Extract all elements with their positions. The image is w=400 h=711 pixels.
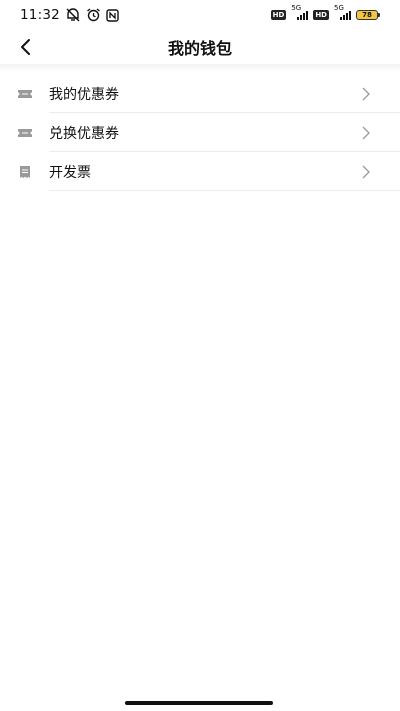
home-indicator[interactable] [125,701,273,705]
row-divider [49,190,400,191]
wallet-menu-list: 我的优惠券 兑换优惠券 开发票 [0,74,400,191]
back-button[interactable] [10,32,40,62]
ticket-icon [18,87,32,101]
menu-item-redeem-coupon[interactable]: 兑换优惠券 [0,113,400,152]
header-divider [0,64,400,72]
chevron-right-icon [360,87,372,101]
invoice-icon [18,165,32,179]
network-type-label: 5G [334,4,344,12]
wallet-screen: 11:32 HD 5G HD 5G 78 我的钱包 我的优惠券 兑换优惠券 开发… [0,0,400,711]
signal-strength-icon: 5G [291,4,309,20]
menu-item-label: 开发票 [49,164,91,181]
status-right: HD 5G HD 5G 78 [270,4,380,20]
nfc-icon [106,8,119,22]
network-type-label: 5G [291,4,302,12]
signal-strength-icon: 5G [334,4,351,20]
hd-badge: HD [313,10,329,20]
page-title: 我的钱包 [167,39,232,58]
menu-item-my-coupons[interactable]: 我的优惠券 [0,74,400,113]
menu-item-issue-invoice[interactable]: 开发票 [0,152,400,191]
menu-item-label: 兑换优惠券 [49,125,119,142]
battery-icon: 78 [356,10,380,20]
menu-item-label: 我的优惠券 [49,86,119,103]
chevron-right-icon [360,126,372,140]
alarm-clock-icon [86,8,101,22]
hd-badge: HD [270,10,287,20]
ticket-icon [18,126,32,140]
status-left: 11:32 [20,7,119,23]
chevron-right-icon [360,165,372,179]
chevron-left-icon [21,39,30,55]
mute-alarm-icon [65,8,81,22]
nav-header: 我的钱包 [0,30,400,64]
status-time: 11:32 [20,7,60,23]
status-bar: 11:32 HD 5G HD 5G 78 [0,0,400,30]
